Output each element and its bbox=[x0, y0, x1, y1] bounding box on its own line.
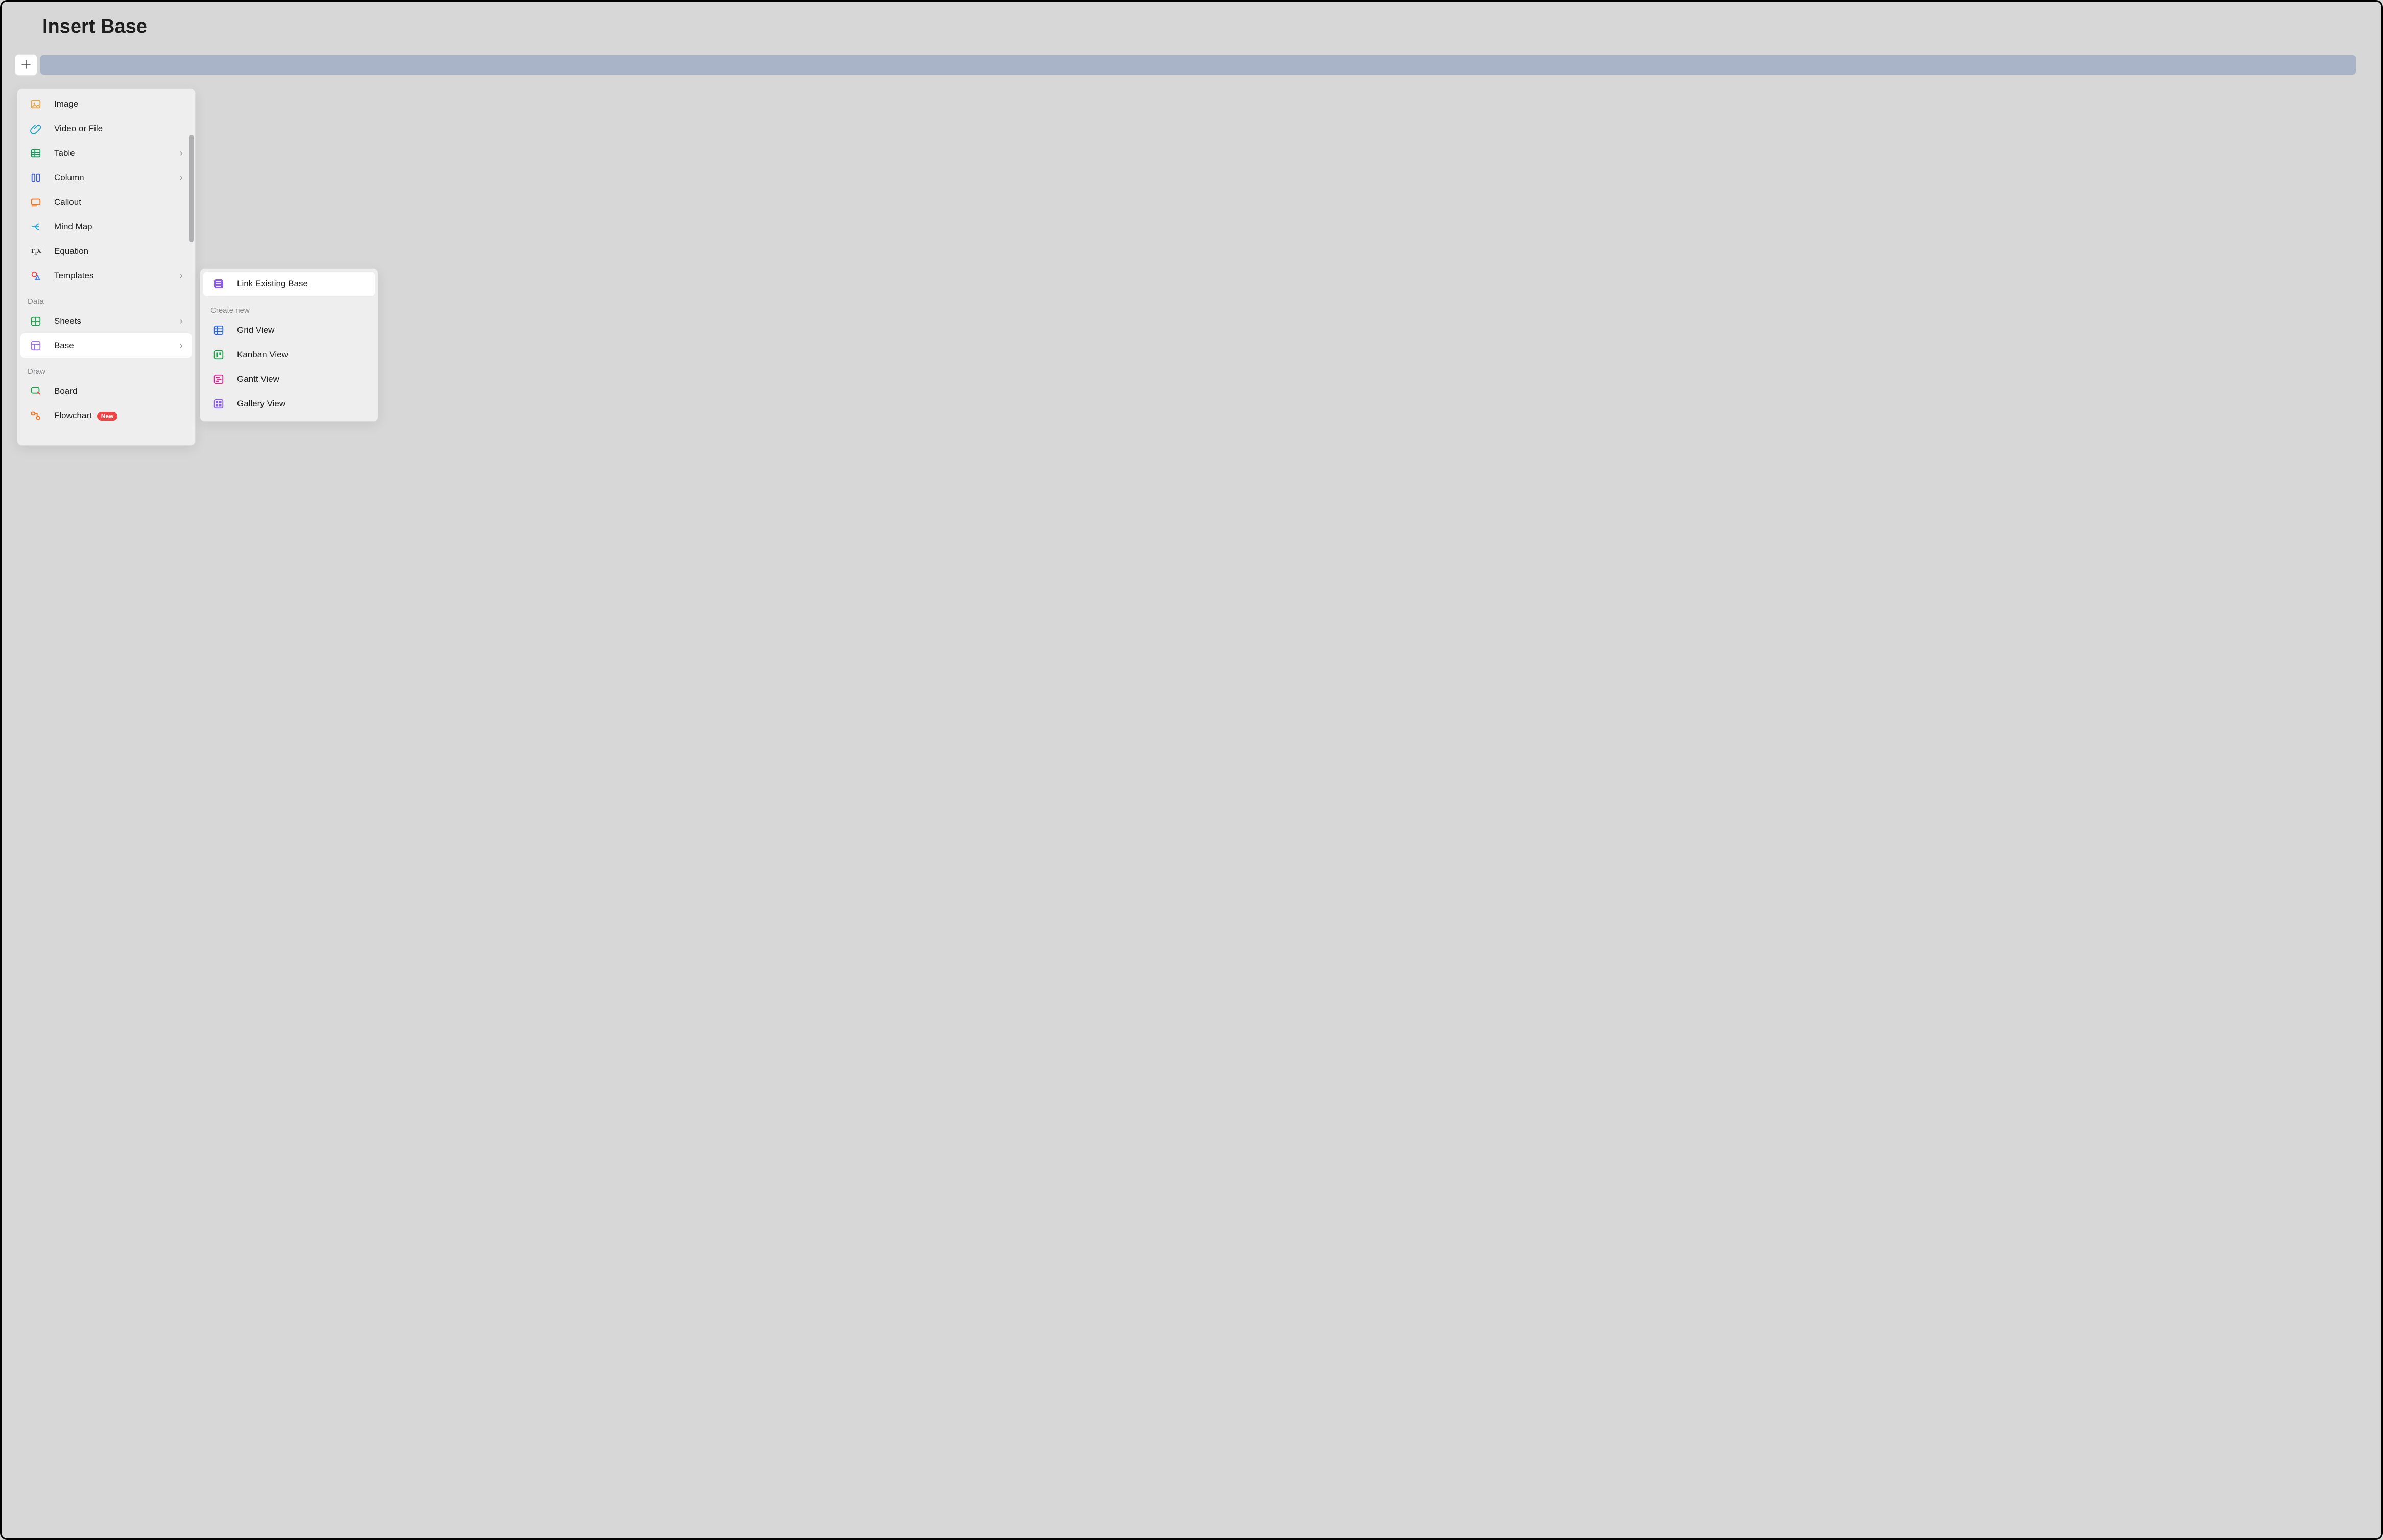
submenu-item-label: Gantt View bbox=[237, 374, 366, 384]
table-icon bbox=[30, 147, 42, 159]
submenu-item-grid-view[interactable]: Grid View bbox=[203, 318, 375, 343]
menu-item-label: Image bbox=[54, 99, 183, 109]
chevron-right-icon: › bbox=[179, 172, 183, 184]
page-title: Insert Base bbox=[42, 16, 2356, 38]
attach-icon bbox=[30, 123, 42, 135]
kanban-view-icon bbox=[212, 349, 225, 361]
board-icon bbox=[30, 385, 42, 397]
column-icon bbox=[30, 172, 42, 184]
submenu-item-gallery-view[interactable]: Gallery View bbox=[203, 392, 375, 416]
menu-item-mindmap[interactable]: Mind Map bbox=[20, 214, 192, 239]
gallery-view-icon bbox=[212, 398, 225, 410]
new-badge: New bbox=[97, 412, 118, 421]
menu-item-label: Board bbox=[54, 386, 183, 396]
menu-item-column[interactable]: Column › bbox=[20, 165, 192, 190]
menu-section-draw: Draw bbox=[17, 361, 195, 379]
templates-icon bbox=[30, 270, 42, 282]
submenu-item-label: Kanban View bbox=[237, 350, 366, 360]
menu-item-board[interactable]: Board bbox=[20, 379, 192, 403]
menu-item-video-file[interactable]: Video or File bbox=[20, 116, 192, 141]
menu-item-callout[interactable]: Callout bbox=[20, 190, 192, 214]
base-link-icon bbox=[212, 278, 225, 290]
flowchart-icon bbox=[30, 410, 42, 422]
submenu-item-kanban-view[interactable]: Kanban View bbox=[203, 343, 375, 367]
image-icon bbox=[30, 98, 42, 110]
chevron-right-icon: › bbox=[179, 270, 183, 282]
grid-view-icon bbox=[212, 324, 225, 336]
menu-item-label: Mind Map bbox=[54, 222, 183, 232]
menu-item-flowchart[interactable]: FlowchartNew bbox=[20, 403, 192, 428]
equation-icon: TEX bbox=[30, 245, 42, 257]
menu-item-label: Templates bbox=[54, 271, 179, 281]
menu-item-equation[interactable]: TEX Equation bbox=[20, 239, 192, 263]
menu-item-label: Sheets bbox=[54, 316, 179, 326]
sheets-icon bbox=[30, 315, 42, 327]
chevron-right-icon: › bbox=[179, 148, 183, 159]
submenu-item-gantt-view[interactable]: Gantt View bbox=[203, 367, 375, 392]
chevron-right-icon: › bbox=[179, 316, 183, 327]
menu-item-base[interactable]: Base › bbox=[20, 333, 192, 358]
menu-item-label: Column bbox=[54, 173, 179, 183]
submenu-item-label: Grid View bbox=[237, 325, 366, 335]
menu-item-templates[interactable]: Templates › bbox=[20, 263, 192, 288]
menu-item-label: Callout bbox=[54, 197, 183, 207]
callout-icon bbox=[30, 196, 42, 208]
base-submenu: Link Existing Base Create new Grid View … bbox=[200, 268, 378, 422]
insert-block-menu: Image Video or File Table › Column › bbox=[17, 88, 196, 446]
base-icon bbox=[30, 340, 42, 352]
menu-item-label: Equation bbox=[54, 246, 183, 256]
menu-item-label: Video or File bbox=[54, 124, 183, 134]
menu-section-data: Data bbox=[17, 291, 195, 309]
submenu-item-label: Gallery View bbox=[237, 399, 366, 409]
new-block-placeholder[interactable] bbox=[40, 55, 2356, 75]
submenu-item-label: Link Existing Base bbox=[237, 279, 366, 289]
insert-line-row bbox=[15, 54, 2356, 76]
menu-item-image[interactable]: Image bbox=[20, 92, 192, 116]
mindmap-icon bbox=[30, 221, 42, 233]
submenu-item-link-existing[interactable]: Link Existing Base bbox=[203, 272, 375, 296]
menu-item-label: Base bbox=[54, 341, 179, 351]
menu-item-label: FlowchartNew bbox=[54, 411, 183, 421]
menu-item-table[interactable]: Table › bbox=[20, 141, 192, 165]
chevron-right-icon: › bbox=[179, 340, 183, 352]
menu-item-label: Table bbox=[54, 148, 179, 158]
menu-item-sheets[interactable]: Sheets › bbox=[20, 309, 192, 333]
gantt-view-icon bbox=[212, 373, 225, 386]
insert-plus-button[interactable] bbox=[15, 54, 37, 76]
plus-icon bbox=[21, 57, 31, 73]
submenu-section-create: Create new bbox=[200, 299, 378, 318]
